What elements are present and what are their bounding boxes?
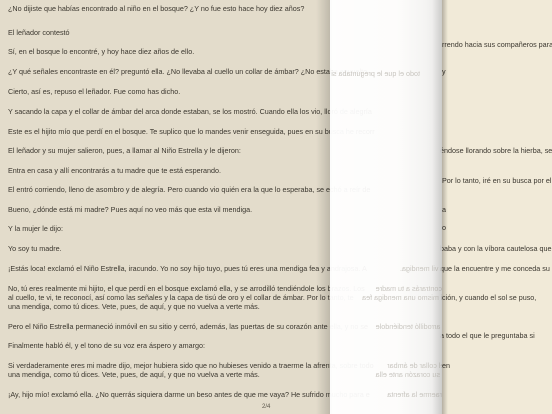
text-line: que la encuentre y me conceda su — [440, 264, 550, 273]
text-line: ción, y cuando el sol se puso, — [442, 293, 537, 302]
ghost-text-line: a traerme la afrenta — [387, 390, 442, 399]
reader-page-right[interactable]: rrendo hacia sus compañeros para y éndos… — [440, 0, 552, 414]
page-number: 2/4 — [262, 404, 271, 410]
ghost-text-line: y el collar de ámbar — [387, 361, 442, 370]
page-curl[interactable]: todo el que le preguntaba si sta vil men… — [330, 0, 442, 414]
text-line: a todo el que le preguntaba si — [440, 331, 535, 340]
ghost-text-line: todo el que le preguntaba si — [331, 69, 420, 78]
text-line: rrendo hacia sus compañeros para — [442, 40, 552, 49]
text-line: en — [442, 361, 552, 370]
page-curl-edge — [442, 0, 448, 414]
text-line: o — [442, 223, 552, 232]
ghost-text-line: encontrarás a tu madre — [375, 284, 442, 293]
ghost-text-line: se arrodilló tendiéndole — [375, 322, 442, 331]
text-line: y — [442, 67, 552, 76]
page-curl-fold-shadow — [432, 0, 442, 414]
text-line: Por lo tanto, iré en su busca por el — [442, 176, 552, 185]
ghost-text-line: allí mismo una mendiga fea — [362, 293, 442, 302]
text-line: éndose llorando sobre la hierba, se — [440, 146, 552, 155]
ghost-text-line: de su corazón ante ella — [375, 370, 442, 379]
text-line: baba y con la víbora cautelosa que — [440, 244, 552, 253]
ghost-text-line: sta vil mendiga. — [400, 264, 442, 273]
text-line: a — [442, 205, 552, 214]
